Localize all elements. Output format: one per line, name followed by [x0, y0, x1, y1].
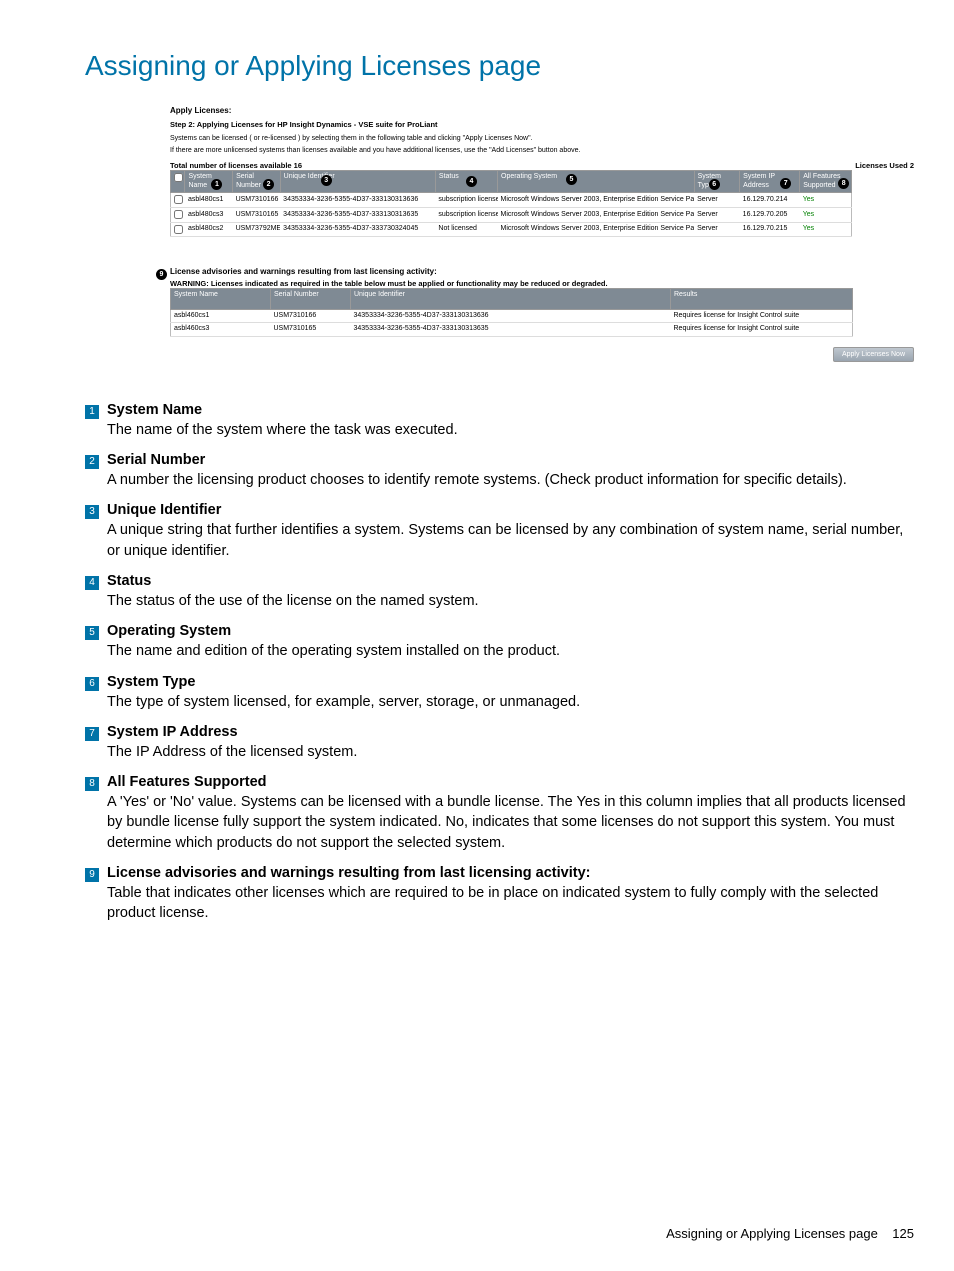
advisory-warning: WARNING: Licenses indicated as required … — [170, 279, 914, 288]
def-desc: Table that indicates other licenses whic… — [107, 883, 914, 924]
def-desc: The IP Address of the licensed system. — [107, 742, 914, 762]
def-term: System Name — [107, 402, 914, 418]
header-serial-number[interactable]: Serial Number2 — [233, 171, 281, 193]
row-checkbox[interactable] — [174, 225, 183, 234]
apply-licenses-now-button[interactable]: Apply Licenses Now — [833, 347, 914, 362]
page-footer: Assigning or Applying Licenses page 125 — [666, 1226, 914, 1241]
def-term: Operating System — [107, 623, 914, 639]
advisory-title: 9 License advisories and warnings result… — [170, 267, 914, 277]
def-term: System Type — [107, 674, 914, 690]
header-unique-identifier[interactable]: Unique Identifier3 — [280, 171, 435, 193]
def-term: Unique Identifier — [107, 502, 914, 518]
callout-badge-6: 6 — [85, 677, 99, 691]
def-desc: A number the licensing product chooses t… — [107, 470, 914, 490]
instruction-text-2: If there are more unlicensed systems tha… — [170, 147, 914, 155]
license-screenshot: Apply Licenses: Step 2: Applying License… — [170, 106, 914, 362]
def-term: System IP Address — [107, 724, 914, 740]
header-system-name[interactable]: System Name1 — [185, 171, 233, 193]
def-desc: The status of the use of the license on … — [107, 591, 914, 611]
adv-header-system-name[interactable]: System Name — [171, 288, 271, 309]
total-licenses-label: Total number of licenses available 16 — [170, 161, 302, 170]
def-term: Status — [107, 573, 914, 589]
def-desc: The type of system licensed, for example… — [107, 692, 914, 712]
callout-badge-9: 9 — [85, 868, 99, 882]
row-checkbox[interactable] — [174, 210, 183, 219]
table-row: asbl460cs3 USM7310165 34353334-3236-5355… — [171, 323, 853, 336]
def-term: All Features Supported — [107, 774, 914, 790]
header-system-ip[interactable]: System IP Address7 — [740, 171, 800, 193]
table-row[interactable]: asbl480cs1 USM7310166 34353334-3236-5355… — [171, 193, 852, 208]
advisory-table: System Name Serial Number Unique Identif… — [170, 288, 853, 337]
header-all-features[interactable]: All Features Supported8 — [800, 171, 852, 193]
definitions-list: 1 System Name The name of the system whe… — [85, 402, 914, 934]
def-desc: A 'Yes' or 'No' value. Systems can be li… — [107, 792, 914, 853]
table-row[interactable]: asbl480cs3 USM7310165 34353334-3236-5355… — [171, 207, 852, 222]
licenses-used-label: Licenses Used 2 — [855, 161, 914, 170]
header-operating-system[interactable]: Operating System5 — [498, 171, 695, 193]
callout-badge-4: 4 — [85, 576, 99, 590]
step-label: Step 2: Applying Licenses for HP Insight… — [170, 120, 914, 129]
footer-page-number: 125 — [892, 1226, 914, 1241]
callout-badge-7: 7 — [85, 727, 99, 741]
def-desc: The name and edition of the operating sy… — [107, 641, 914, 661]
header-status[interactable]: Status4 — [435, 171, 497, 193]
header-system-type[interactable]: System Type6 — [694, 171, 740, 193]
callout-badge-3: 3 — [85, 505, 99, 519]
table-row: asbl460cs1 USM7310166 34353334-3236-5355… — [171, 309, 853, 322]
callout-badge-5: 5 — [85, 626, 99, 640]
page-title: Assigning or Applying Licenses page — [85, 50, 914, 82]
apply-licenses-label: Apply Licenses: — [170, 106, 914, 116]
callout-badge-2: 2 — [85, 455, 99, 469]
def-desc: A unique string that further identifies … — [107, 520, 914, 561]
table-row[interactable]: asbl480cs2 USM73792ME 34353334-3236-5355… — [171, 222, 852, 237]
licenses-table: System Name1 Serial Number2 Unique Ident… — [170, 170, 852, 237]
instruction-text-1: Systems can be licensed ( or re-licensed… — [170, 135, 914, 143]
adv-header-results[interactable]: Results — [671, 288, 853, 309]
row-checkbox[interactable] — [174, 195, 183, 204]
def-desc: The name of the system where the task wa… — [107, 420, 914, 440]
def-term: License advisories and warnings resultin… — [107, 865, 914, 881]
footer-text: Assigning or Applying Licenses page — [666, 1226, 878, 1241]
callout-badge-1: 1 — [85, 405, 99, 419]
callout-badge-8: 8 — [85, 777, 99, 791]
adv-header-serial[interactable]: Serial Number — [271, 288, 351, 309]
header-checkbox[interactable] — [171, 171, 185, 193]
def-term: Serial Number — [107, 452, 914, 468]
adv-header-uid[interactable]: Unique Identifier — [351, 288, 671, 309]
